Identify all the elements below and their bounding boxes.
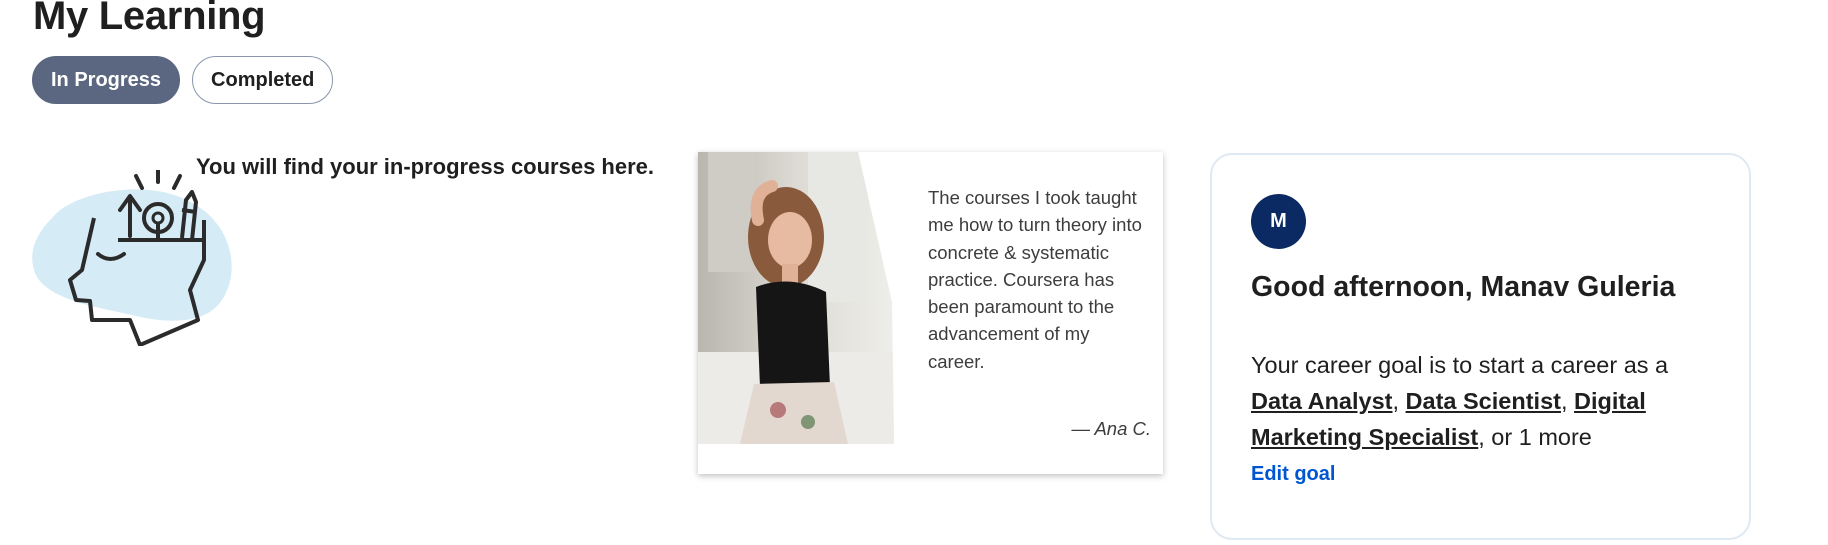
- goal-prefix: Your career goal is to start a career as…: [1251, 352, 1669, 378]
- empty-state-message: You will find your in-progress courses h…: [196, 154, 655, 179]
- career-goal-text: Your career goal is to start a career as…: [1251, 352, 1669, 450]
- testimonial-author: — Ana C.: [1071, 418, 1151, 439]
- testimonial-quote: The courses I took taught me how to turn…: [928, 187, 1142, 372]
- goal-suffix: , or 1 more: [1478, 424, 1592, 450]
- testimonial-card: The courses I took taught me how to turn…: [698, 152, 1163, 474]
- testimonial-photo: [698, 152, 894, 444]
- greeting-heading: Good afternoon, Manav Guleria: [1251, 271, 1676, 303]
- tab-in-progress[interactable]: In Progress: [32, 56, 181, 104]
- head-lightbulb-icon: [32, 170, 232, 346]
- tab-bar: In Progress Completed: [32, 56, 334, 104]
- page-title: My Learning: [33, 0, 266, 38]
- career-goal-card: M Good afternoon, Manav Guleria Your car…: [1210, 153, 1751, 540]
- avatar[interactable]: M: [1251, 194, 1306, 249]
- career-link-data-analyst[interactable]: Data Analyst: [1251, 388, 1392, 414]
- career-link-data-scientist[interactable]: Data Scientist: [1406, 388, 1561, 414]
- edit-goal-link[interactable]: Edit goal: [1251, 463, 1335, 486]
- tab-completed[interactable]: Completed: [192, 56, 334, 104]
